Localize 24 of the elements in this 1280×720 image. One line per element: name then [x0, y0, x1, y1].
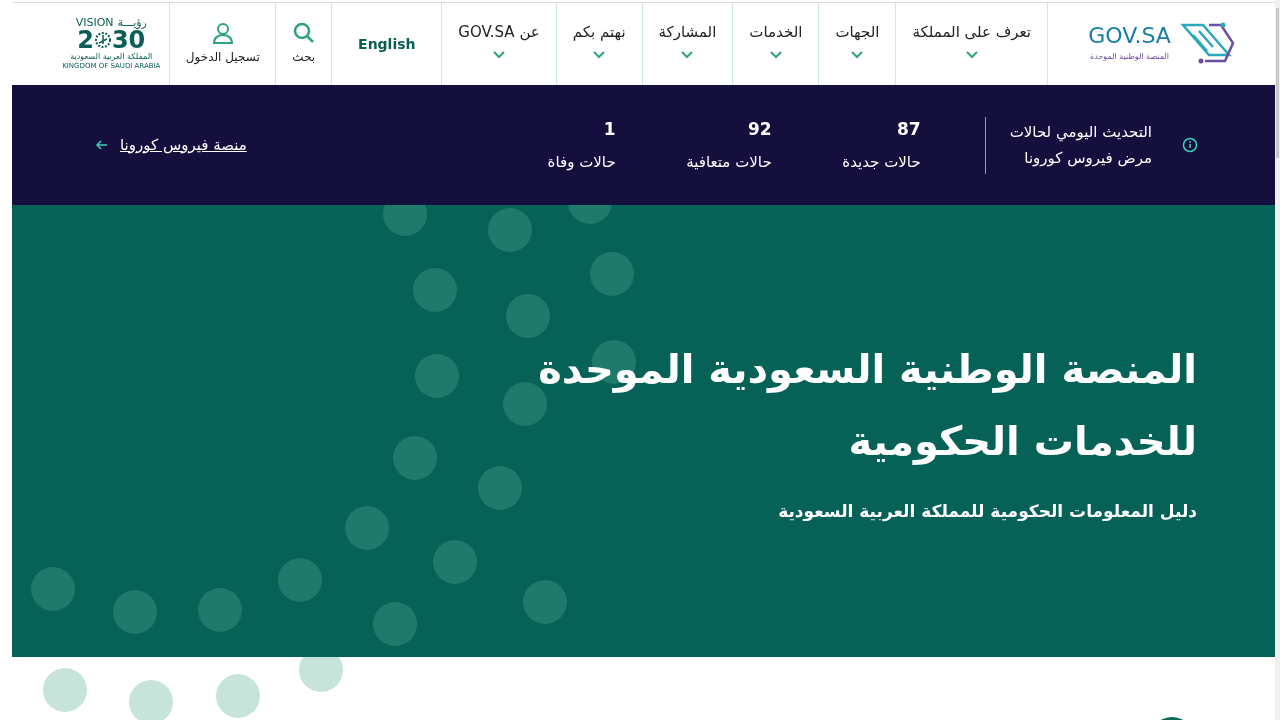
logo-text: GOV.SA — [1088, 25, 1171, 47]
arrow-left-icon — [96, 140, 108, 150]
user-icon — [211, 22, 234, 44]
year-digit: 2 — [77, 28, 94, 53]
info-icon — [1182, 137, 1198, 153]
country-arabic-label: المملكة العربية السعودية — [70, 52, 153, 63]
stat-label: حالات وفاة — [547, 151, 616, 173]
stat-value: 92 — [747, 118, 772, 141]
banner-subtitle: مرض فيروس كورونا — [1023, 148, 1152, 169]
hero-title: المنصة الوطنية السعودية الموحدة للخدمات الحكومية — [537, 345, 1197, 467]
banner-title: التحديث اليومي لحالات — [1009, 121, 1152, 143]
vision-label: VISION — [75, 17, 114, 29]
corona-platform-link[interactable]: منصة فيروس كورونا — [96, 133, 247, 157]
emblem-icon — [93, 31, 112, 50]
stat-value: 1 — [602, 118, 616, 141]
search-icon — [292, 22, 315, 44]
stat-label: حالات جديدة — [841, 151, 921, 173]
stat-value: 87 — [896, 118, 921, 141]
scrollbar-thumb[interactable] — [1276, 8, 1279, 158]
vision-arabic-label: رؤيـــة — [117, 17, 147, 29]
year-digits: 30 — [111, 28, 146, 53]
hero-subtitle: دليل المعلومات الحكومية للمملكة العربية السعودية — [777, 500, 1197, 524]
logo-tagline: المنصة الوطنية الموحدة — [1090, 51, 1170, 63]
stat-label: حالات متعافية — [685, 151, 772, 173]
